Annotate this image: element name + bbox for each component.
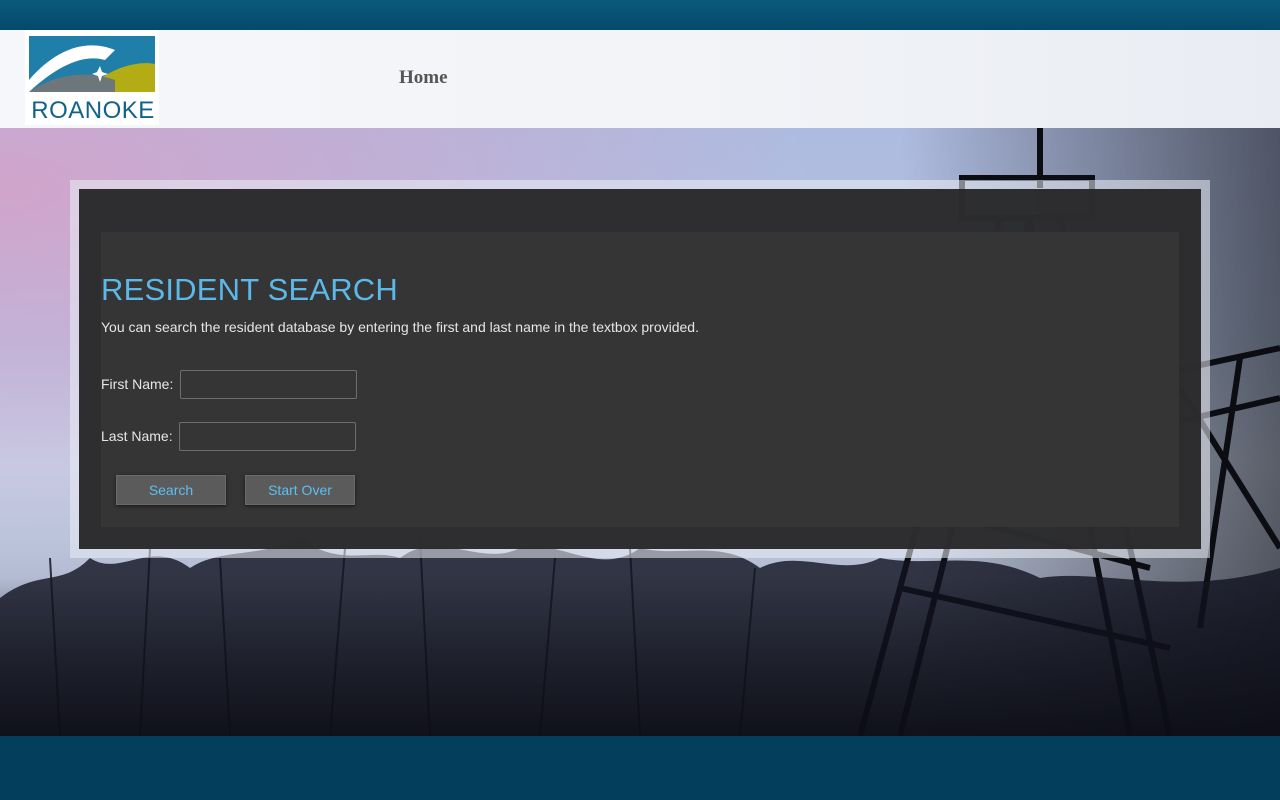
roanoke-logo[interactable]: ROANOKE	[25, 30, 159, 125]
start-over-button[interactable]: Start Over	[245, 475, 355, 505]
last-name-label: Last Name:	[101, 428, 173, 444]
search-panel: RESIDENT SEARCH You can search the resid…	[79, 189, 1201, 549]
last-name-input[interactable]	[179, 422, 356, 451]
first-name-input[interactable]	[180, 370, 357, 399]
site-footer	[0, 736, 1280, 800]
first-name-label: First Name:	[101, 376, 174, 392]
site-header: ROANOKE Home	[0, 30, 1280, 128]
logo-text: ROANOKE	[31, 97, 155, 124]
page-description: You can search the resident database by …	[101, 319, 699, 335]
search-button[interactable]: Search	[116, 475, 226, 505]
resident-search-form: RESIDENT SEARCH You can search the resid…	[101, 232, 1179, 527]
top-strip	[0, 0, 1280, 30]
page-title: RESIDENT SEARCH	[101, 272, 398, 307]
nav-home-link[interactable]: Home	[399, 67, 448, 89]
search-panel-frame: RESIDENT SEARCH You can search the resid…	[70, 180, 1210, 558]
